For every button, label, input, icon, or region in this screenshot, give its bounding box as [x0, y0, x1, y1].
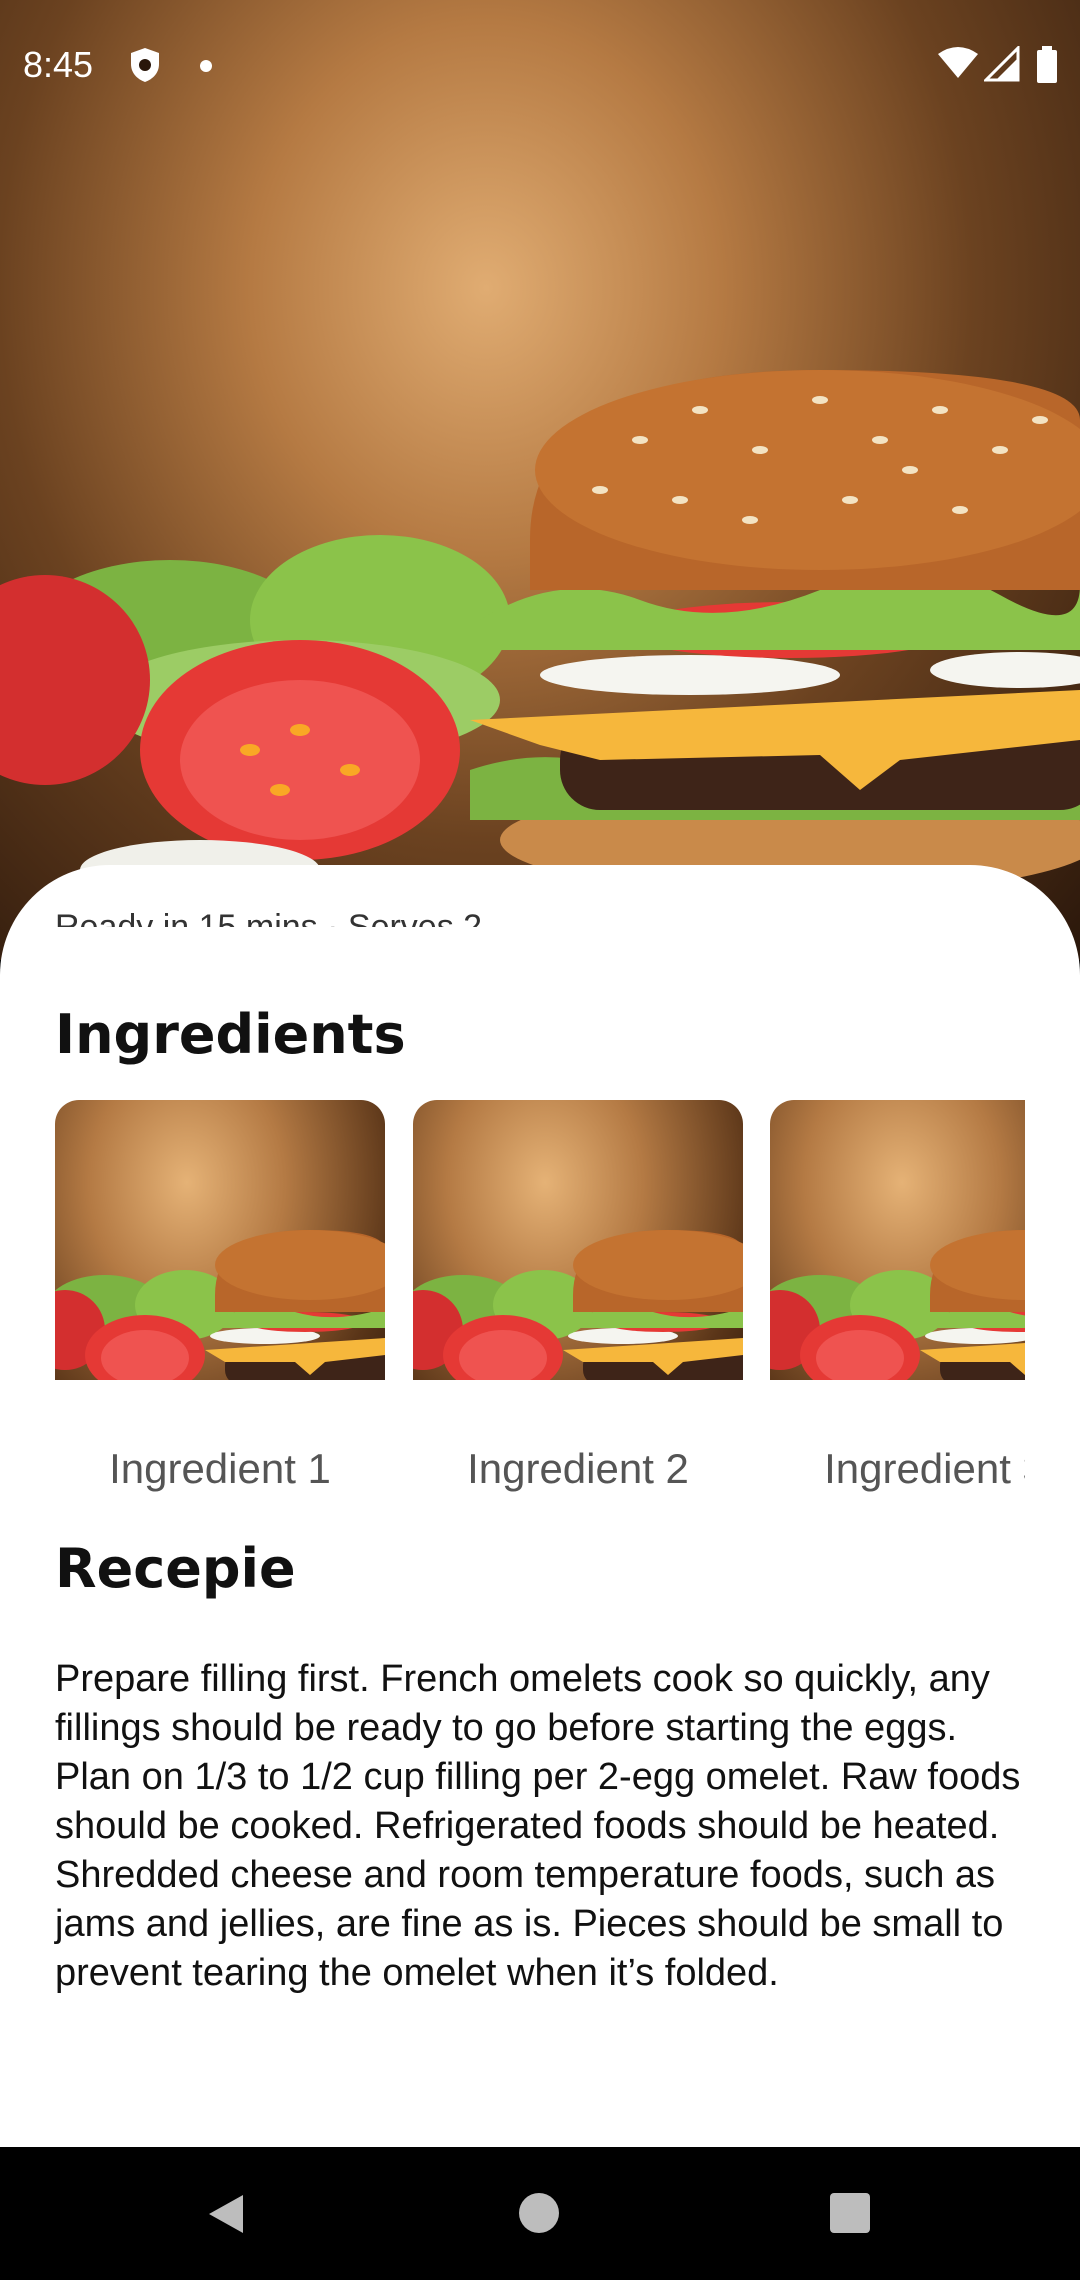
burger-illustration	[0, 370, 1080, 900]
recipe-instructions: Prepare filling first. French omelets co…	[55, 1658, 1021, 1994]
burger-thumbnail-icon	[770, 1230, 1025, 1380]
recipe-detail-sheet[interactable]: Ready in 15 mins · Serves 2 Ingredients	[0, 865, 1080, 2147]
ingredients-list[interactable]	[55, 1100, 1025, 1380]
cellular-signal-icon	[984, 46, 1020, 82]
back-icon[interactable]	[205, 2193, 245, 2235]
ingredient-labels: Ingredient 1 Ingredient 2 Ingredient 3	[55, 1445, 1025, 1515]
notification-dot-icon	[200, 60, 212, 72]
ingredient-card[interactable]	[55, 1100, 385, 1380]
ingredient-image	[770, 1100, 1025, 1380]
ingredients-heading: Ingredients	[55, 1003, 406, 1066]
recipe-heading: Recepie	[55, 1537, 296, 1600]
ingredient-card[interactable]	[413, 1100, 743, 1380]
system-navigation-bar	[0, 2147, 1080, 2280]
home-icon[interactable]	[519, 2193, 559, 2233]
ingredient-card[interactable]	[770, 1100, 1025, 1380]
shield-icon	[131, 48, 159, 82]
ingredient-image	[413, 1100, 743, 1380]
wifi-icon	[938, 47, 978, 78]
ingredient-image	[55, 1100, 385, 1380]
burger-thumbnail-icon	[55, 1230, 385, 1380]
ingredient-label: Ingredient 1	[109, 1445, 331, 1492]
status-bar: 8:45	[0, 0, 1080, 135]
ingredient-label: Ingredient 3	[824, 1445, 1025, 1492]
recipe-subtitle: Ready in 15 mins · Serves 2	[55, 910, 482, 927]
recent-apps-icon[interactable]	[830, 2193, 870, 2233]
hero-burger-image	[0, 0, 1080, 960]
burger-thumbnail-icon	[413, 1230, 743, 1380]
ingredient-label: Ingredient 2	[467, 1445, 689, 1492]
status-time: 8:45	[23, 44, 94, 85]
battery-icon	[1037, 46, 1057, 83]
